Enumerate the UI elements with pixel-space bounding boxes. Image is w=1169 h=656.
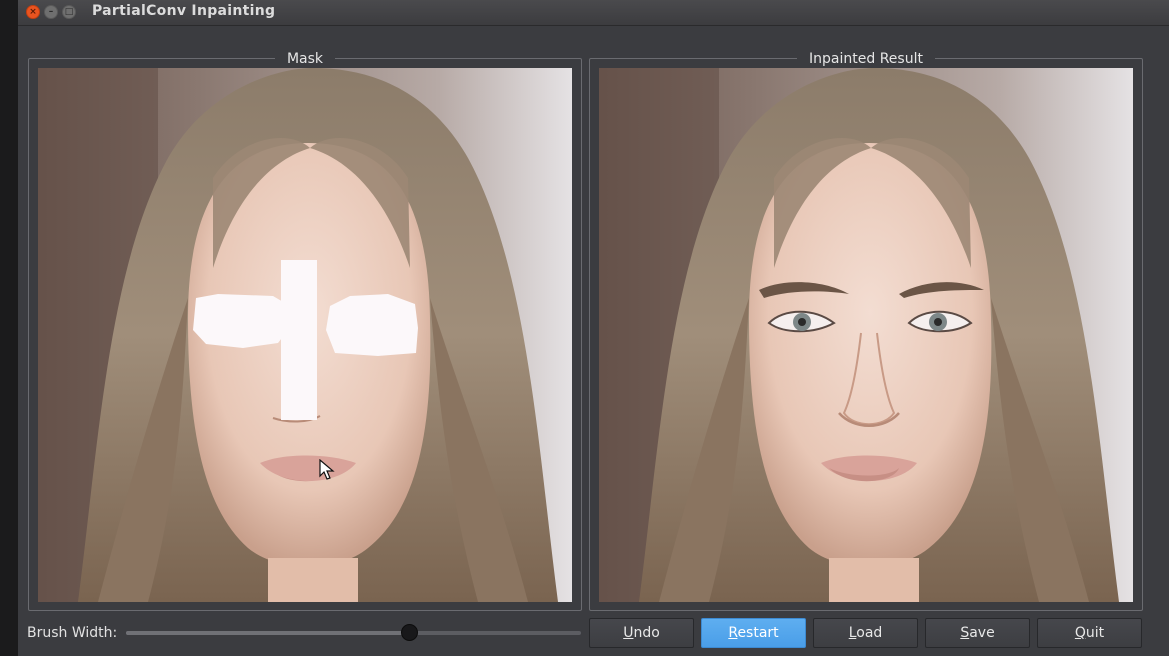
load-button[interactable]: Load (813, 618, 918, 648)
masked-face-image (38, 68, 572, 602)
result-canvas (599, 68, 1133, 602)
app-window: × – □ PartialConv Inpainting Mask Inpain… (18, 0, 1169, 656)
slider-handle[interactable] (401, 624, 419, 641)
brush-width-label: Brush Width: (27, 625, 118, 641)
undo-button[interactable]: Undo (589, 618, 694, 648)
mask-panel: Mask (28, 51, 582, 611)
restart-button[interactable]: Restart (701, 618, 806, 648)
save-button[interactable]: Save (925, 618, 1030, 648)
inpainted-face-image (599, 68, 1133, 602)
window-title: PartialConv Inpainting (92, 3, 276, 19)
result-panel-title: Inpainted Result (797, 51, 935, 67)
close-icon: × (29, 7, 37, 17)
maximize-button[interactable]: □ (62, 5, 76, 19)
maximize-icon: □ (64, 7, 74, 17)
minimize-button[interactable]: – (44, 5, 58, 19)
close-button[interactable]: × (26, 5, 40, 19)
slider-fill (126, 631, 411, 635)
mouse-cursor-icon (319, 459, 335, 481)
result-panel: Inpainted Result (589, 51, 1143, 611)
brush-width-slider[interactable] (126, 624, 581, 641)
mask-canvas[interactable] (38, 68, 572, 602)
quit-button[interactable]: Quit (1037, 618, 1142, 648)
controls-bar: Brush Width: Undo Restart Load Save Quit (18, 616, 1169, 652)
minimize-icon: – (48, 7, 54, 17)
mask-panel-title: Mask (274, 51, 336, 67)
title-bar: × – □ PartialConv Inpainting (18, 0, 1169, 26)
